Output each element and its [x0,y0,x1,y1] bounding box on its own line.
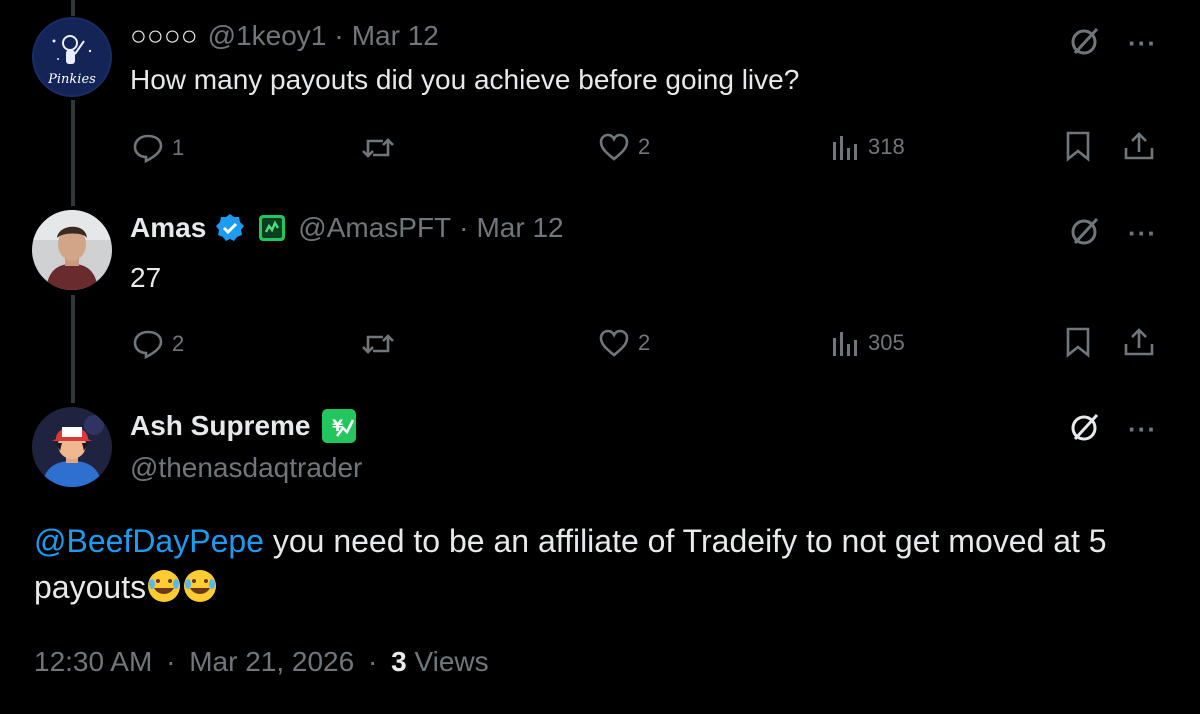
views-icon [830,328,860,358]
like-button[interactable]: 2 [598,132,650,162]
mention-link[interactable]: @BeefDayPepe [34,523,264,559]
separator: · [367,646,378,677]
grok-icon[interactable] [1068,24,1102,63]
bookmark-button[interactable] [1064,326,1092,358]
thread-line [71,0,75,16]
display-name[interactable]: Amas [130,212,206,244]
bookmark-icon [1064,326,1092,358]
views-count: 3 [391,646,407,677]
display-name[interactable]: ○○○○ [130,20,198,52]
retweet-icon [360,132,396,164]
rofl-emoji-icon [182,568,218,604]
views-button[interactable]: 305 [830,328,905,358]
avatar[interactable] [32,407,112,487]
reply-count: 2 [172,331,185,356]
affiliate-badge-icon[interactable]: ¥ [321,408,357,444]
avatar[interactable] [32,210,112,290]
separator: · [166,646,176,677]
tweet-time[interactable]: 12:30 AM [34,646,152,677]
bookmark-icon [1064,130,1092,162]
verified-icon [214,212,246,244]
share-icon [1122,326,1156,358]
tweet-date[interactable]: Mar 21, 2026 [189,646,354,677]
share-button[interactable] [1122,326,1156,358]
tweet-header: Amas @AmasPFT · Mar 12 [130,212,564,244]
tweet-corner-actions: ··· [1068,410,1157,449]
tweet-header: ○○○○ @1keoy1 · Mar 12 [130,20,439,52]
reply-count: 1 [172,135,185,160]
affiliate-badge-icon[interactable] [258,214,286,242]
retweet-icon [360,328,396,360]
views-button[interactable]: 318 [830,132,905,162]
tweet-date[interactable]: Mar 12 [476,212,563,244]
views-icon [830,132,860,162]
grok-icon[interactable] [1068,214,1102,253]
grok-icon[interactable] [1068,410,1102,449]
display-name[interactable]: Ash Supreme [130,410,311,442]
tweet-date[interactable]: Mar 12 [352,20,439,52]
reply-button[interactable]: 2 [132,328,184,360]
views-label: Views [414,646,489,677]
separator: · [459,212,469,243]
user-handle[interactable]: @1keoy1 [208,20,327,52]
tweet-header: Ash Supreme ¥ [130,408,357,444]
avatar[interactable]: Pinkies [32,17,112,97]
thread-line [71,295,75,403]
view-count: 318 [868,134,905,159]
like-icon [598,132,630,162]
reply-icon [132,132,164,164]
more-icon[interactable]: ··· [1128,218,1157,249]
thread-line [71,100,75,206]
rofl-emoji-icon [146,568,182,604]
tweet-text: How many payouts did you achieve before … [130,64,800,95]
avatar-logo-text: Pinkies [47,72,96,87]
tweet-meta: 12:30 AM · Mar 21, 2026 · 3 Views [34,646,489,678]
reply-button[interactable]: 1 [132,132,184,164]
reply-icon [132,328,164,360]
tweet-corner-actions: ··· [1068,214,1157,253]
view-count: 305 [868,330,905,355]
like-icon [598,328,630,358]
user-handle[interactable]: @thenasdaqtrader [130,452,362,484]
tweet-text: 27 [130,262,162,293]
retweet-button[interactable] [360,328,396,360]
bookmark-button[interactable] [1064,130,1092,162]
separator: · [334,20,344,51]
like-count: 2 [638,330,651,355]
user-handle[interactable]: @AmasPFT [298,212,451,244]
tweet-body: @BeefDayPepe you need to be an affiliate… [34,518,1154,610]
more-icon[interactable]: ··· [1128,414,1157,445]
retweet-button[interactable] [360,132,396,164]
like-count: 2 [638,134,651,159]
share-button[interactable] [1122,130,1156,162]
tweet-corner-actions: ··· [1068,24,1157,63]
like-button[interactable]: 2 [598,328,650,358]
share-icon [1122,130,1156,162]
more-icon[interactable]: ··· [1128,28,1157,59]
